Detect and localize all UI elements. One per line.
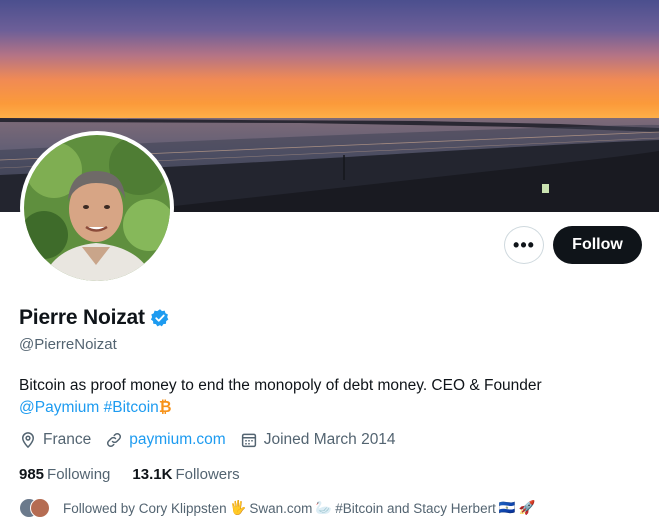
follow-stats: 985 Following 13.1K Followers: [19, 466, 262, 483]
following-stat[interactable]: 985 Following: [19, 466, 110, 483]
website-link[interactable]: paymium.com: [129, 431, 225, 449]
followers-label: Followers: [175, 466, 240, 483]
profile-avatar[interactable]: [20, 131, 174, 285]
follower-avatar: [30, 498, 50, 518]
user-handle: @PierreNoizat: [19, 336, 117, 353]
joined-text: Joined March 2014: [263, 431, 396, 448]
location-text: France: [43, 431, 92, 448]
hand-emoji: 🖐: [229, 500, 247, 515]
bio-mention-link[interactable]: @Paymium: [19, 399, 99, 416]
map-pin-icon: [21, 432, 35, 449]
followed-by-prefix: Followed by Cory Klippsten: [63, 500, 227, 516]
bitcoin-emoji: ₿: [158, 399, 172, 416]
followers-stat[interactable]: 13.1K Followers: [132, 466, 239, 483]
profile-bio: Bitcoin as proof money to end the monopo…: [19, 375, 639, 419]
followers-count: 13.1K: [132, 466, 173, 483]
following-label: Following: [47, 466, 111, 483]
location-item: France: [19, 431, 91, 449]
swan-emoji: 🦢: [315, 500, 333, 515]
calendar-icon: [241, 433, 256, 448]
followed-by-row[interactable]: Followed by Cory Klippsten 🖐 Swan.com 🦢 …: [19, 497, 535, 519]
more-options-button[interactable]: •••: [504, 226, 544, 264]
followed-by-name2: Swan.com: [249, 500, 313, 516]
followed-by-tail: #Bitcoin and Stacy Herbert: [335, 500, 496, 516]
link-icon: [107, 432, 122, 448]
avatar-photo: [24, 135, 170, 281]
name-row: Pierre Noizat: [19, 306, 170, 330]
el-salvador-flag-emoji: 🇸🇻: [498, 500, 516, 515]
bio-text: Bitcoin as proof money to end the monopo…: [19, 377, 542, 394]
following-count: 985: [19, 466, 45, 483]
bio-hashtag-link[interactable]: #Bitcoin: [104, 399, 159, 416]
joined-item: Joined March 2014: [240, 431, 396, 449]
verified-badge-icon[interactable]: [150, 308, 170, 328]
profile-meta: France paymium.com Joined March 2014: [19, 431, 410, 449]
follower-avatars: [19, 497, 51, 519]
website-item[interactable]: paymium.com: [105, 431, 226, 449]
rocket-emoji: 🚀: [518, 500, 536, 515]
follow-button[interactable]: Follow: [553, 226, 642, 264]
display-name: Pierre Noizat: [19, 306, 145, 329]
